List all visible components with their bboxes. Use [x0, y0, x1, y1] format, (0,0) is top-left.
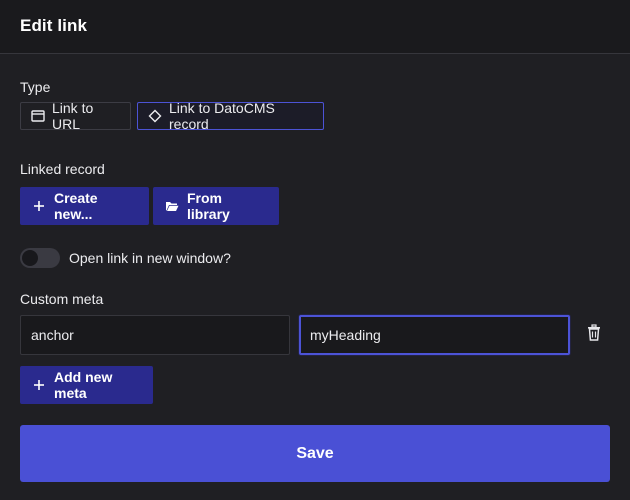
custom-meta-label: Custom meta — [20, 291, 104, 307]
create-new-button[interactable]: Create new... — [20, 187, 149, 225]
link-to-record-tab[interactable]: Link to DatoCMS record — [137, 100, 324, 132]
meta-key-input[interactable] — [20, 315, 290, 355]
add-new-meta-button[interactable]: Add new meta — [20, 366, 153, 404]
link-to-record-label: Link to DatoCMS record — [169, 100, 275, 132]
plus-icon — [32, 199, 46, 213]
type-label: Type — [20, 79, 51, 95]
meta-value-input[interactable] — [299, 315, 570, 355]
linked-record-label: Linked record — [20, 161, 105, 177]
from-library-button[interactable]: From library — [153, 187, 279, 225]
dialog-header: Edit link — [0, 0, 630, 54]
new-window-toggle[interactable] — [20, 248, 60, 268]
folder-open-icon — [165, 199, 179, 213]
save-label: Save — [296, 444, 334, 462]
from-library-label: From library — [187, 190, 230, 222]
edit-link-dialog: Edit link Type Link to URL Link to DatoC… — [0, 0, 630, 500]
dialog-title: Edit link — [20, 16, 88, 35]
plus-icon — [32, 378, 46, 392]
new-window-label: Open link in new window? — [69, 250, 231, 266]
save-button[interactable]: Save — [20, 425, 610, 482]
add-new-meta-label: Add new meta — [54, 369, 113, 401]
window-icon — [31, 109, 45, 123]
create-new-label: Create new... — [54, 190, 98, 222]
toggle-knob — [22, 250, 38, 266]
trash-icon[interactable] — [586, 324, 602, 342]
diamond-icon — [148, 109, 162, 123]
link-to-url-tab[interactable]: Link to URL — [20, 100, 131, 132]
link-to-url-label: Link to URL — [52, 100, 94, 132]
